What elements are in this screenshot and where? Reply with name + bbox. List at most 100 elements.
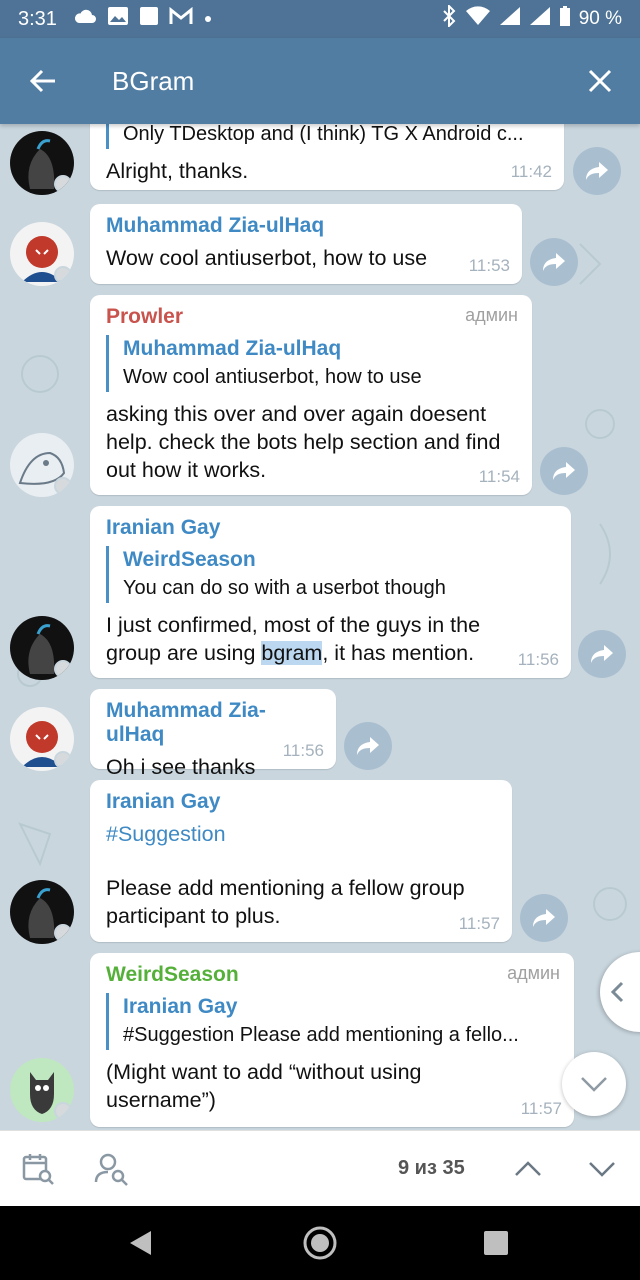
system-icons: 90 % — [441, 3, 622, 33]
avatar[interactable] — [10, 222, 74, 286]
sender-name[interactable]: Muhammad Zia-ulHaq — [106, 214, 508, 238]
search-by-date-button[interactable] — [8, 1131, 68, 1207]
message-bubble[interactable]: Muhammad Zia-ulHaq Oh i see thanks 11:56 — [90, 689, 336, 779]
search-highlight: bgram — [261, 641, 323, 665]
calendar-search-icon — [22, 1154, 54, 1185]
online-indicator — [54, 751, 72, 769]
message-time: 11:57 — [520, 1099, 562, 1118]
signal-icon-2 — [529, 6, 551, 32]
message-bubble[interactable]: WeirdSeason админ Iranian Gay #Suggestion… — [90, 953, 574, 1127]
avatar[interactable] — [10, 131, 74, 195]
next-result-button[interactable] — [572, 1131, 632, 1207]
nav-back-button[interactable] — [100, 1206, 180, 1280]
online-indicator — [54, 1102, 72, 1120]
message-bubble[interactable]: Prowler админ Muhammad Zia-ulHaq Wow cool… — [90, 295, 532, 495]
message-time: 11:53 — [468, 256, 510, 275]
status-bar: 3:31 90 % — [0, 0, 640, 38]
triangle-back-icon — [130, 1231, 151, 1255]
square-recents-icon — [484, 1231, 508, 1255]
reply-preview[interactable]: Iranian Gay #Suggestion Please add menti… — [106, 993, 560, 1050]
chevron-up-icon — [515, 1161, 541, 1176]
forward-button[interactable] — [540, 447, 588, 495]
forward-button[interactable] — [520, 894, 568, 942]
app-header: BGram — [0, 38, 640, 124]
forward-button[interactable] — [530, 238, 578, 286]
message-text: I just confirmed, most of the guys in th… — [106, 613, 481, 665]
gmail-icon — [169, 6, 193, 31]
message-text: Alright, thanks. — [106, 159, 249, 183]
sender-name[interactable]: Muhammad Zia-ulHaq — [106, 699, 322, 747]
online-indicator — [54, 175, 72, 193]
reply-preview[interactable]: WeirdSeason You can do so with a userbot… — [106, 546, 557, 603]
reply-text: #Suggestion Please add mentioning a fell… — [123, 1024, 519, 1046]
message-text: Wow cool antiuserbot, how to use — [106, 246, 428, 270]
forward-icon — [586, 162, 608, 180]
arrow-left-icon — [29, 69, 55, 93]
nav-home-button[interactable] — [280, 1206, 360, 1280]
message-time: 11:54 — [478, 467, 520, 486]
reply-text: Only TDesktop and (I think) TG X Android… — [123, 124, 524, 145]
avatar[interactable] — [10, 433, 74, 497]
previous-result-button[interactable] — [498, 1131, 558, 1207]
circle-home-icon — [303, 1226, 337, 1260]
user-search-icon — [94, 1153, 128, 1186]
message-time: 11:42 — [510, 162, 552, 181]
close-button[interactable] — [560, 38, 640, 124]
battery-icon — [559, 5, 571, 33]
bluetooth-icon — [441, 3, 457, 33]
scroll-down-button[interactable] — [562, 1052, 626, 1116]
message-bubble[interactable]: Only TDesktop and (I think) TG X Android… — [90, 124, 564, 190]
sender-name[interactable]: Iranian Gay — [106, 516, 557, 540]
message-bubble[interactable]: Iranian Gay #Suggestion Please add menti… — [90, 780, 512, 942]
avatar[interactable] — [10, 707, 74, 771]
message-text: asking this over and over again doesent … — [106, 402, 501, 482]
message-text: (Might want to add “without using userna… — [106, 1060, 422, 1112]
forward-icon — [357, 737, 379, 755]
battery-percent: 90 % — [578, 8, 622, 29]
sender-name[interactable]: Prowler админ — [106, 305, 518, 329]
square-icon — [139, 6, 159, 32]
sender-name[interactable]: WeirdSeason админ — [106, 963, 560, 987]
back-button[interactable] — [0, 38, 86, 124]
hashtag-link[interactable]: #Suggestion — [106, 820, 498, 848]
reply-sender: Muhammad Zia-ulHaq — [123, 337, 342, 360]
reply-text: You can do so with a userbot though — [123, 577, 446, 599]
avatar[interactable] — [10, 616, 74, 680]
message-time: 11:57 — [458, 914, 500, 933]
message-bubble[interactable]: Iranian Gay WeirdSeason You can do so wi… — [90, 506, 571, 678]
image-icon — [107, 6, 129, 32]
chat-title: BGram — [112, 65, 195, 96]
forward-icon — [553, 462, 575, 480]
reply-preview[interactable]: Muhammad Zia-ulHaq Wow cool antiuserbot,… — [106, 335, 518, 392]
reply-sender: Iranian Gay — [123, 995, 238, 1018]
reply-preview[interactable]: Only TDesktop and (I think) TG X Android… — [106, 124, 550, 149]
online-indicator — [54, 266, 72, 284]
online-indicator — [54, 477, 72, 495]
avatar[interactable] — [10, 1058, 74, 1122]
forward-button[interactable] — [344, 722, 392, 770]
wifi-icon — [465, 6, 491, 32]
message-time: 11:56 — [282, 741, 324, 760]
search-navigation-bar: 9 из 35 — [0, 1130, 640, 1206]
forward-button[interactable] — [573, 147, 621, 195]
search-result-counter: 9 из 35 — [398, 1157, 465, 1179]
message-bubble[interactable]: Muhammad Zia-ulHaq Wow cool antiuserbot,… — [90, 204, 522, 284]
search-by-user-button[interactable] — [82, 1131, 142, 1207]
message-time: 11:56 — [517, 650, 559, 669]
avatar[interactable] — [10, 880, 74, 944]
close-icon — [588, 69, 612, 93]
admin-badge: админ — [507, 963, 560, 983]
dot-icon — [203, 8, 213, 30]
message-text: Please add mentioning a fellow group par… — [106, 876, 465, 928]
admin-badge: админ — [465, 305, 518, 325]
online-indicator — [54, 660, 72, 678]
chat-area[interactable]: Only TDesktop and (I think) TG X Android… — [0, 124, 640, 1130]
forward-icon — [591, 645, 613, 663]
forward-button[interactable] — [578, 630, 626, 678]
cloud-icon — [73, 7, 97, 31]
nav-recents-button[interactable] — [456, 1206, 536, 1280]
notification-icons — [73, 6, 213, 32]
system-navigation-bar — [0, 1206, 640, 1280]
status-time: 3:31 — [18, 7, 57, 30]
sender-name[interactable]: Iranian Gay — [106, 790, 498, 814]
